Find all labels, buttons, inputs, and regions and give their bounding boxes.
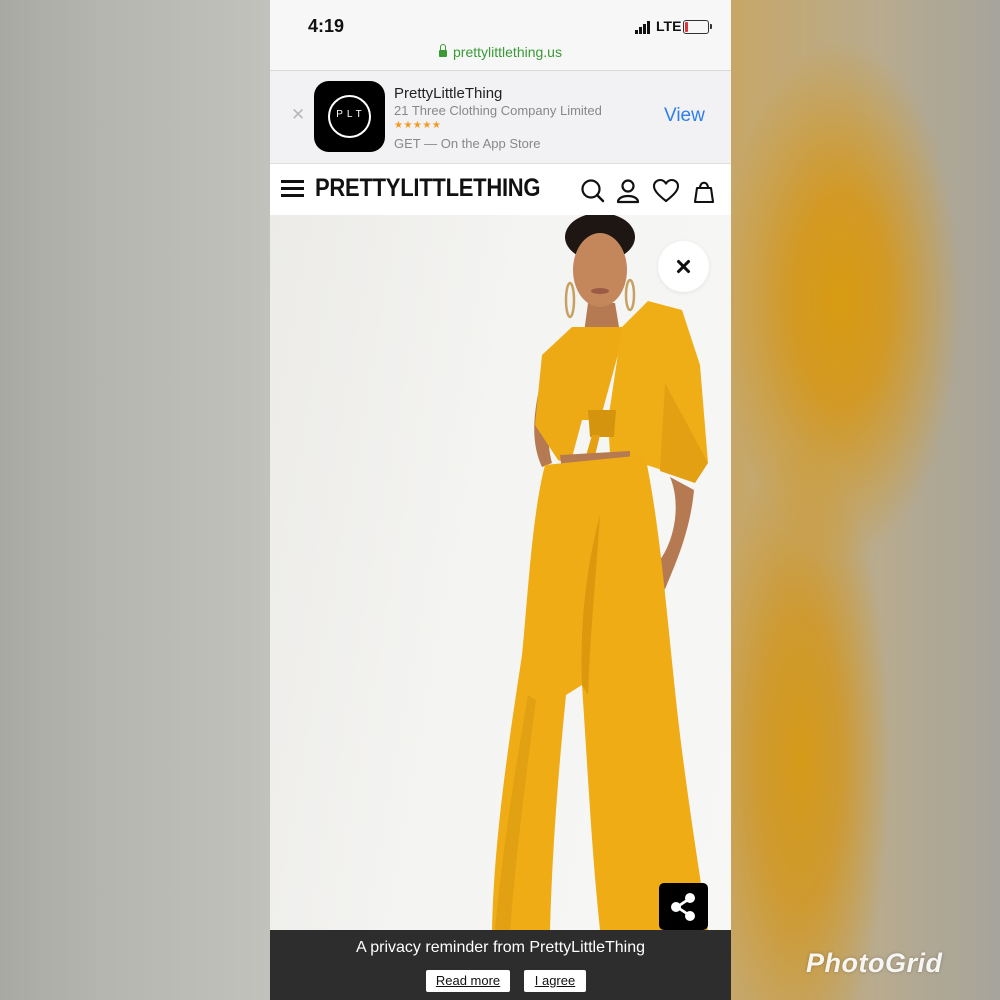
status-bar: 4:19 LTE prettylittlething.us [270,0,731,71]
photogrid-watermark: PhotoGrid [806,948,943,978]
menu-icon[interactable] [281,180,304,198]
battery-icon [683,20,712,34]
app-icon-text: PLT [336,109,366,120]
smart-app-banner: ✕ PLT PrettyLittleThing 21 Three Clothin… [270,71,731,164]
close-button[interactable] [658,241,709,292]
url-text: prettylittlething.us [453,44,562,60]
blurred-background-right [731,0,1000,1000]
banner-close-icon[interactable]: ✕ [291,105,305,125]
view-button[interactable]: View [664,105,705,127]
share-icon [671,893,695,921]
agree-button[interactable]: I agree [524,970,586,992]
account-icon[interactable] [615,178,641,204]
status-time: 4:19 [308,16,345,36]
model-illustration [492,215,708,930]
app-get-text: GET — On the App Store [394,136,541,151]
site-header: PRETTYLITTLETHING [270,164,731,215]
signal-icon [635,21,653,34]
address-bar[interactable]: prettylittlething.us [270,44,731,60]
search-icon[interactable] [580,178,606,204]
privacy-message: A privacy reminder from PrettyLittleThin… [356,939,645,956]
site-logo[interactable]: PRETTYLITTLETHING [315,174,541,203]
network-label: LTE [656,18,682,34]
wishlist-heart-icon[interactable] [652,178,680,204]
app-name: PrettyLittleThing [394,85,503,102]
shopping-bag-icon[interactable] [691,178,717,204]
privacy-banner: A privacy reminder from PrettyLittleThin… [270,930,731,1000]
app-icon: PLT [314,81,385,152]
app-rating-stars: ★★★★★ [394,120,442,131]
phone-screen: 4:19 LTE prettylittlething.us ✕ PLT Pret… [270,0,731,1000]
product-image[interactable] [270,215,731,930]
share-button[interactable] [659,883,708,930]
read-more-button[interactable]: Read more [426,970,510,992]
lock-icon [439,44,448,57]
app-company: 21 Three Clothing Company Limited [394,103,602,118]
blurred-background-left [0,0,270,1000]
